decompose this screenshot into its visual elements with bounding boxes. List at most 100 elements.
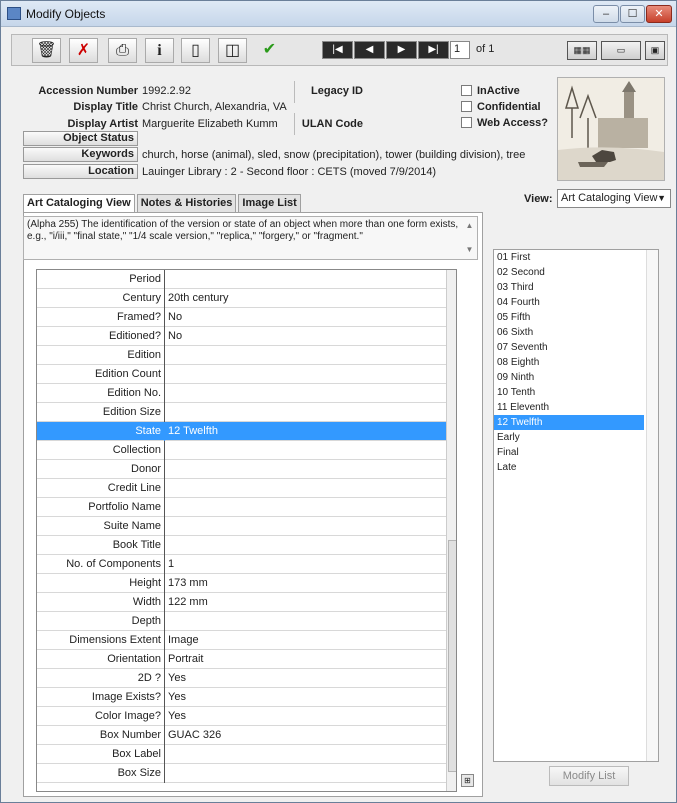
grid-scrollbar[interactable]: [446, 270, 456, 791]
state-list-item[interactable]: Final: [494, 445, 644, 460]
field-value[interactable]: Yes: [168, 707, 186, 726]
state-list-item[interactable]: 08 Eighth: [494, 355, 644, 370]
field-row[interactable]: Book Title: [37, 536, 446, 555]
trash-icon[interactable]: 🗑: [32, 38, 61, 63]
tab-notes-histories[interactable]: Notes & Histories: [136, 194, 237, 212]
field-row[interactable]: Image Exists? Yes: [37, 688, 446, 707]
field-row[interactable]: Height 173 mm: [37, 574, 446, 593]
field-label: Width: [37, 593, 165, 612]
description-scrollbar[interactable]: ▲ ▼: [464, 220, 475, 256]
field-value[interactable]: 12 Twelfth: [168, 422, 218, 441]
field-row[interactable]: Edition Size: [37, 403, 446, 422]
next-record-button[interactable]: ▶: [386, 41, 417, 59]
prev-record-button[interactable]: ◀: [354, 41, 385, 59]
field-value[interactable]: 173 mm: [168, 574, 208, 593]
field-row[interactable]: Edition Count: [37, 365, 446, 384]
field-row[interactable]: Portfolio Name: [37, 498, 446, 517]
field-value[interactable]: GUAC 326: [168, 726, 221, 745]
single-view-button[interactable]: ▣: [645, 41, 665, 60]
location-label[interactable]: Location: [23, 164, 138, 179]
state-list-item[interactable]: 07 Seventh: [494, 340, 644, 355]
window-title: Modify Objects: [26, 7, 106, 21]
check-icon[interactable]: ✔: [255, 38, 284, 63]
field-row[interactable]: Width 122 mm: [37, 593, 446, 612]
record-number-input[interactable]: 1: [450, 41, 470, 59]
state-list-item[interactable]: 05 Fifth: [494, 310, 644, 325]
state-list-item[interactable]: Early: [494, 430, 644, 445]
fields-grid: Period Century 20th century Framed? No Editio…: [36, 269, 457, 792]
field-row[interactable]: State 12 Twelfth: [37, 422, 446, 441]
state-list-item[interactable]: 09 Ninth: [494, 370, 644, 385]
minimize-button[interactable]: –: [593, 5, 619, 23]
form-view-button[interactable]: ▭: [601, 41, 641, 60]
state-list-item[interactable]: 06 Sixth: [494, 325, 644, 340]
field-row[interactable]: Box Size: [37, 764, 446, 783]
field-value[interactable]: Yes: [168, 688, 186, 707]
field-row[interactable]: No. of Components 1: [37, 555, 446, 574]
state-list-item[interactable]: 03 Third: [494, 280, 644, 295]
display-title-value[interactable]: Christ Church, Alexandria, VA: [142, 101, 287, 113]
field-value[interactable]: 122 mm: [168, 593, 208, 612]
state-list-scrollbar[interactable]: [646, 250, 658, 761]
info-icon[interactable]: i: [145, 38, 174, 63]
web-access-checkbox[interactable]: [461, 117, 472, 128]
keywords-label[interactable]: Keywords: [23, 147, 138, 162]
field-label: Color Image?: [37, 707, 165, 726]
field-row[interactable]: Framed? No: [37, 308, 446, 327]
grid-scrollbar-thumb[interactable]: [448, 540, 456, 772]
page-icon[interactable]: ▯: [181, 38, 210, 63]
field-row[interactable]: 2D ? Yes: [37, 669, 446, 688]
no-edit-icon[interactable]: ✗: [69, 38, 98, 63]
state-list-item[interactable]: Late: [494, 460, 644, 475]
state-list: 01 First 02 Second 03 Third 04 Fourth 05 Fif…: [493, 249, 659, 762]
confidential-checkbox[interactable]: [461, 101, 472, 112]
accession-value[interactable]: 1992.2.92: [142, 85, 191, 97]
expand-grid-icon[interactable]: ⊞: [461, 774, 474, 787]
grid-view-button[interactable]: ▦▦: [567, 41, 597, 60]
object-thumbnail[interactable]: [557, 77, 665, 181]
field-row[interactable]: Box Number GUAC 326: [37, 726, 446, 745]
field-value[interactable]: 1: [168, 555, 174, 574]
field-row[interactable]: Editioned? No: [37, 327, 446, 346]
state-list-item[interactable]: 10 Tenth: [494, 385, 644, 400]
display-artist-value[interactable]: Marguerite Elizabeth Kumm: [142, 118, 278, 130]
field-row[interactable]: Orientation Portrait: [37, 650, 446, 669]
close-button[interactable]: ✕: [646, 5, 672, 23]
field-row[interactable]: Edition No.: [37, 384, 446, 403]
field-value[interactable]: No: [168, 327, 182, 346]
object-status-label[interactable]: Object Status: [23, 131, 138, 146]
state-list-item[interactable]: 11 Eleventh: [494, 400, 644, 415]
print-icon[interactable]: ⎙: [108, 38, 137, 63]
field-value[interactable]: No: [168, 308, 182, 327]
field-value[interactable]: Yes: [168, 669, 186, 688]
location-value[interactable]: Lauinger Library : 2 - Second floor : CE…: [142, 166, 436, 178]
state-list-item[interactable]: 02 Second: [494, 265, 644, 280]
view-select[interactable]: Art Cataloging View ▼: [557, 189, 671, 208]
keywords-value[interactable]: church, horse (animal), sled, snow (prec…: [142, 149, 525, 161]
field-row[interactable]: Edition: [37, 346, 446, 365]
field-row[interactable]: Box Label: [37, 745, 446, 764]
field-row[interactable]: Color Image? Yes: [37, 707, 446, 726]
inactive-checkbox[interactable]: [461, 85, 472, 96]
state-list-item[interactable]: 01 First: [494, 250, 644, 265]
modify-list-button[interactable]: Modify List: [549, 766, 629, 786]
field-row[interactable]: Century 20th century: [37, 289, 446, 308]
last-record-button[interactable]: ▶|: [418, 41, 449, 59]
field-row[interactable]: Period: [37, 270, 446, 289]
field-row[interactable]: Collection: [37, 441, 446, 460]
field-value[interactable]: 20th century: [168, 289, 229, 308]
field-row[interactable]: Dimensions Extent Image: [37, 631, 446, 650]
tab-image-list[interactable]: Image List: [238, 194, 301, 212]
copy-icon[interactable]: ◫: [218, 38, 247, 63]
field-row[interactable]: Donor: [37, 460, 446, 479]
field-row[interactable]: Credit Line: [37, 479, 446, 498]
field-value[interactable]: Image: [168, 631, 199, 650]
field-row[interactable]: Suite Name: [37, 517, 446, 536]
maximize-button[interactable]: ☐: [620, 5, 645, 23]
first-record-button[interactable]: |◀: [322, 41, 353, 59]
field-row[interactable]: Depth: [37, 612, 446, 631]
state-list-item[interactable]: 12 Twelfth: [494, 415, 644, 430]
tab-art-cataloging-view[interactable]: Art Cataloging View: [23, 194, 135, 212]
field-value[interactable]: Portrait: [168, 650, 203, 669]
state-list-item[interactable]: 04 Fourth: [494, 295, 644, 310]
